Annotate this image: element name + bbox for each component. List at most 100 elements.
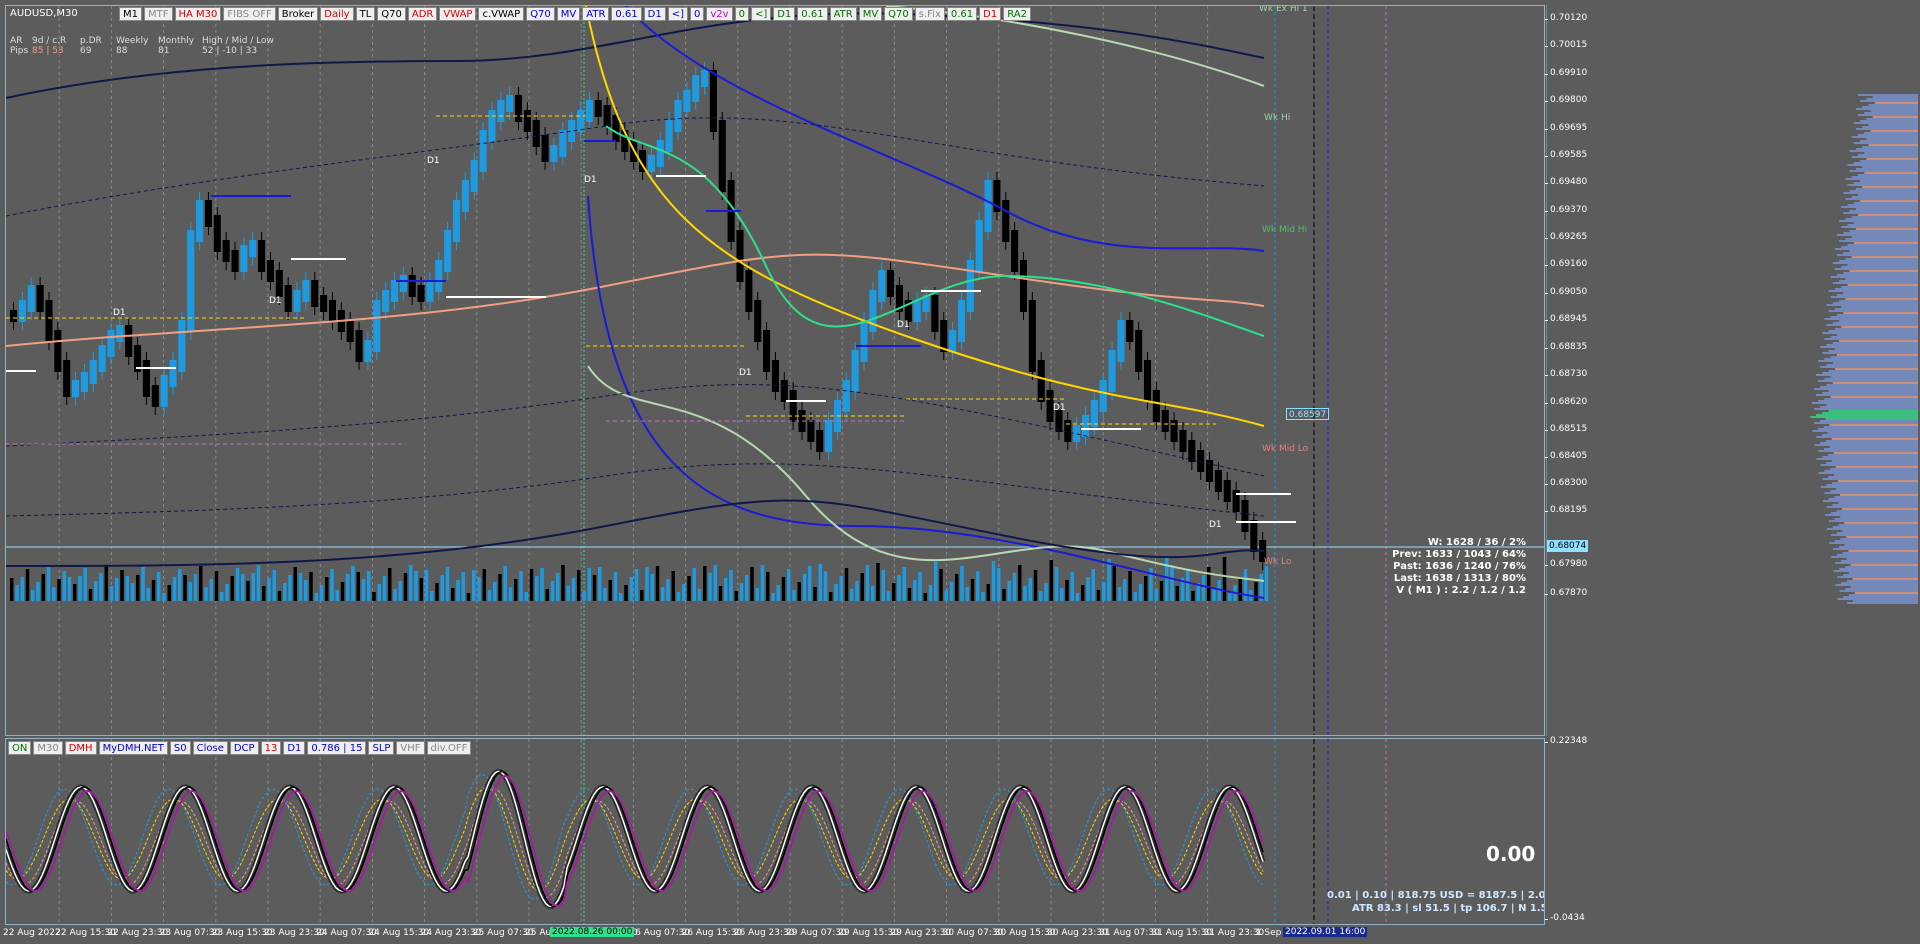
osc-close-button[interactable]: Close (192, 741, 228, 755)
osc-s0-button[interactable]: S0 (169, 741, 191, 755)
volume-bar (619, 593, 623, 601)
toolbar-adr-button[interactable]: ADR (407, 7, 438, 21)
volume-bar (739, 583, 744, 601)
toolbar-0-button[interactable]: 0 (690, 7, 705, 21)
d1-marker: D1 (1209, 520, 1222, 530)
stat-header: p.DR (80, 36, 102, 46)
candle-body (771, 360, 779, 392)
toolbar-vwap-button[interactable]: VWAP (439, 7, 477, 21)
toolbar-fibs-off-button[interactable]: FIBS OFF (223, 7, 276, 21)
toolbar-daily-button[interactable]: Daily (320, 7, 354, 21)
toolbar-d1-button[interactable]: D1 (643, 7, 666, 21)
osc-div-off-button[interactable]: div.OFF (426, 741, 472, 755)
volume-bar (1186, 570, 1190, 601)
osc-dcp-button[interactable]: DCP (229, 741, 259, 755)
toolbar-v2v-button[interactable]: v2v (706, 7, 733, 21)
candle-body (390, 280, 399, 302)
candle-body (745, 270, 753, 312)
toolbar-ra2-button[interactable]: RA2 (1003, 7, 1031, 21)
toolbar---button[interactable]: <] (667, 7, 688, 21)
toolbar-0-61-button[interactable]: 0.61 (797, 7, 828, 21)
osc-0-786-15-button[interactable]: 0.786 | 15 (307, 741, 367, 755)
osc-13-button[interactable]: 13 (260, 741, 282, 755)
volume-bar (1154, 589, 1158, 601)
volume-bar (199, 566, 203, 601)
toolbar-0-button[interactable]: 0 (734, 7, 749, 21)
volume-bar (850, 589, 854, 601)
osc-dmh-button[interactable]: DMH (64, 741, 97, 755)
volume-bar (283, 583, 287, 601)
toolbar-atr-button[interactable]: ATR (582, 7, 610, 21)
volume-bar (172, 577, 177, 601)
toolbar-0-61-button[interactable]: 0.61 (946, 7, 978, 21)
toolbar-mv-button[interactable]: MV (556, 7, 581, 21)
candle-body (1019, 260, 1028, 312)
volume-bar (991, 561, 996, 601)
volume-bar (1138, 584, 1143, 601)
toolbar-c-vwap-button[interactable]: c.VWAP (478, 7, 525, 21)
stat-value: 81 (158, 46, 170, 56)
toolbar-d1-button[interactable]: D1 (773, 7, 796, 21)
volume-bar (1207, 567, 1211, 601)
volume-bar (519, 571, 523, 601)
volume-bar (15, 585, 19, 601)
volume-bar (808, 566, 812, 601)
volume-bar (482, 569, 486, 601)
volume-bar (230, 576, 234, 601)
toolbar-q70-button[interactable]: Q70 (526, 7, 555, 21)
candle-body (10, 310, 18, 322)
toolbar-atr-button[interactable]: ATR (829, 7, 857, 21)
candle-body (825, 420, 833, 452)
toolbar-mv-button[interactable]: MV (858, 7, 883, 21)
price-axis[interactable]: 0.70120 0.70015 0.69910 0.69800 0.69695 0.695… (1544, 5, 1920, 736)
osc-on-button[interactable]: ON (8, 741, 32, 755)
volume-bar (1086, 577, 1090, 601)
osc-d1-button[interactable]: D1 (283, 741, 306, 755)
volume-bar (797, 582, 801, 601)
toolbar-mtf-button[interactable]: MTF (144, 7, 173, 21)
candle-body (1028, 300, 1036, 372)
osc-m30-button[interactable]: M30 (33, 741, 63, 755)
osc-mydmh-net-button[interactable]: MyDMH.NET (98, 741, 168, 755)
candle-body (355, 330, 363, 362)
toolbar-ha-m30-button[interactable]: HA M30 (174, 7, 222, 21)
volume-bar (94, 581, 98, 601)
volume-bar (493, 582, 497, 601)
volume-bar (508, 587, 513, 601)
toolbar-q70-button[interactable]: Q70 (377, 7, 406, 21)
candle-body (426, 280, 434, 302)
main-chart-area[interactable]: AUDUSD,M30 M1 MTF HA M30 FIBS OFF Broker Dail… (5, 5, 1545, 736)
toolbar-s-fix-button[interactable]: s.Fix (914, 7, 945, 21)
oscillator-chart-area[interactable]: ON M30 DMH MyDMH.NET S0 Close DCP 13 D1 0.786 | 1… (5, 738, 1545, 925)
volume-bar (676, 592, 681, 601)
volume-bar (398, 581, 402, 601)
volume-bar (666, 579, 670, 601)
wk-mid-hi-label: Wk Mid Hi (1262, 225, 1308, 235)
toolbar-q70-button[interactable]: Q70 (884, 7, 913, 21)
toolbar-d1-button[interactable]: D1 (979, 7, 1002, 21)
price-tick: 0.69800 (1544, 95, 1588, 105)
oscillator-svg[interactable] (6, 739, 1545, 925)
osc-vhf-button[interactable]: VHF (396, 741, 425, 755)
volume-bar (1170, 565, 1174, 601)
volume-bar (409, 565, 413, 601)
volume-bar (608, 580, 612, 601)
candle-body (373, 300, 381, 352)
toolbar-m1-button[interactable]: M1 (119, 7, 142, 21)
volume-bar (634, 569, 639, 601)
toolbar-0-61-button[interactable]: 0.61 (611, 7, 642, 21)
vwap-band-dashed (6, 117, 1265, 217)
volume-bar (1159, 581, 1164, 601)
toolbar-broker-button[interactable]: Broker (277, 7, 319, 21)
price-chart-svg[interactable] (6, 6, 1545, 736)
toolbar-tl-button[interactable]: TL (355, 7, 376, 21)
volume-bar (629, 577, 633, 601)
volume-bar (288, 575, 292, 601)
candle-body (665, 120, 673, 152)
candle-body (187, 230, 195, 332)
volume-bar (734, 591, 738, 601)
osc-slp-button[interactable]: SLP (368, 741, 395, 755)
volume-bar (918, 572, 922, 601)
candle-body (266, 260, 275, 282)
toolbar---button[interactable]: <] (750, 7, 772, 21)
